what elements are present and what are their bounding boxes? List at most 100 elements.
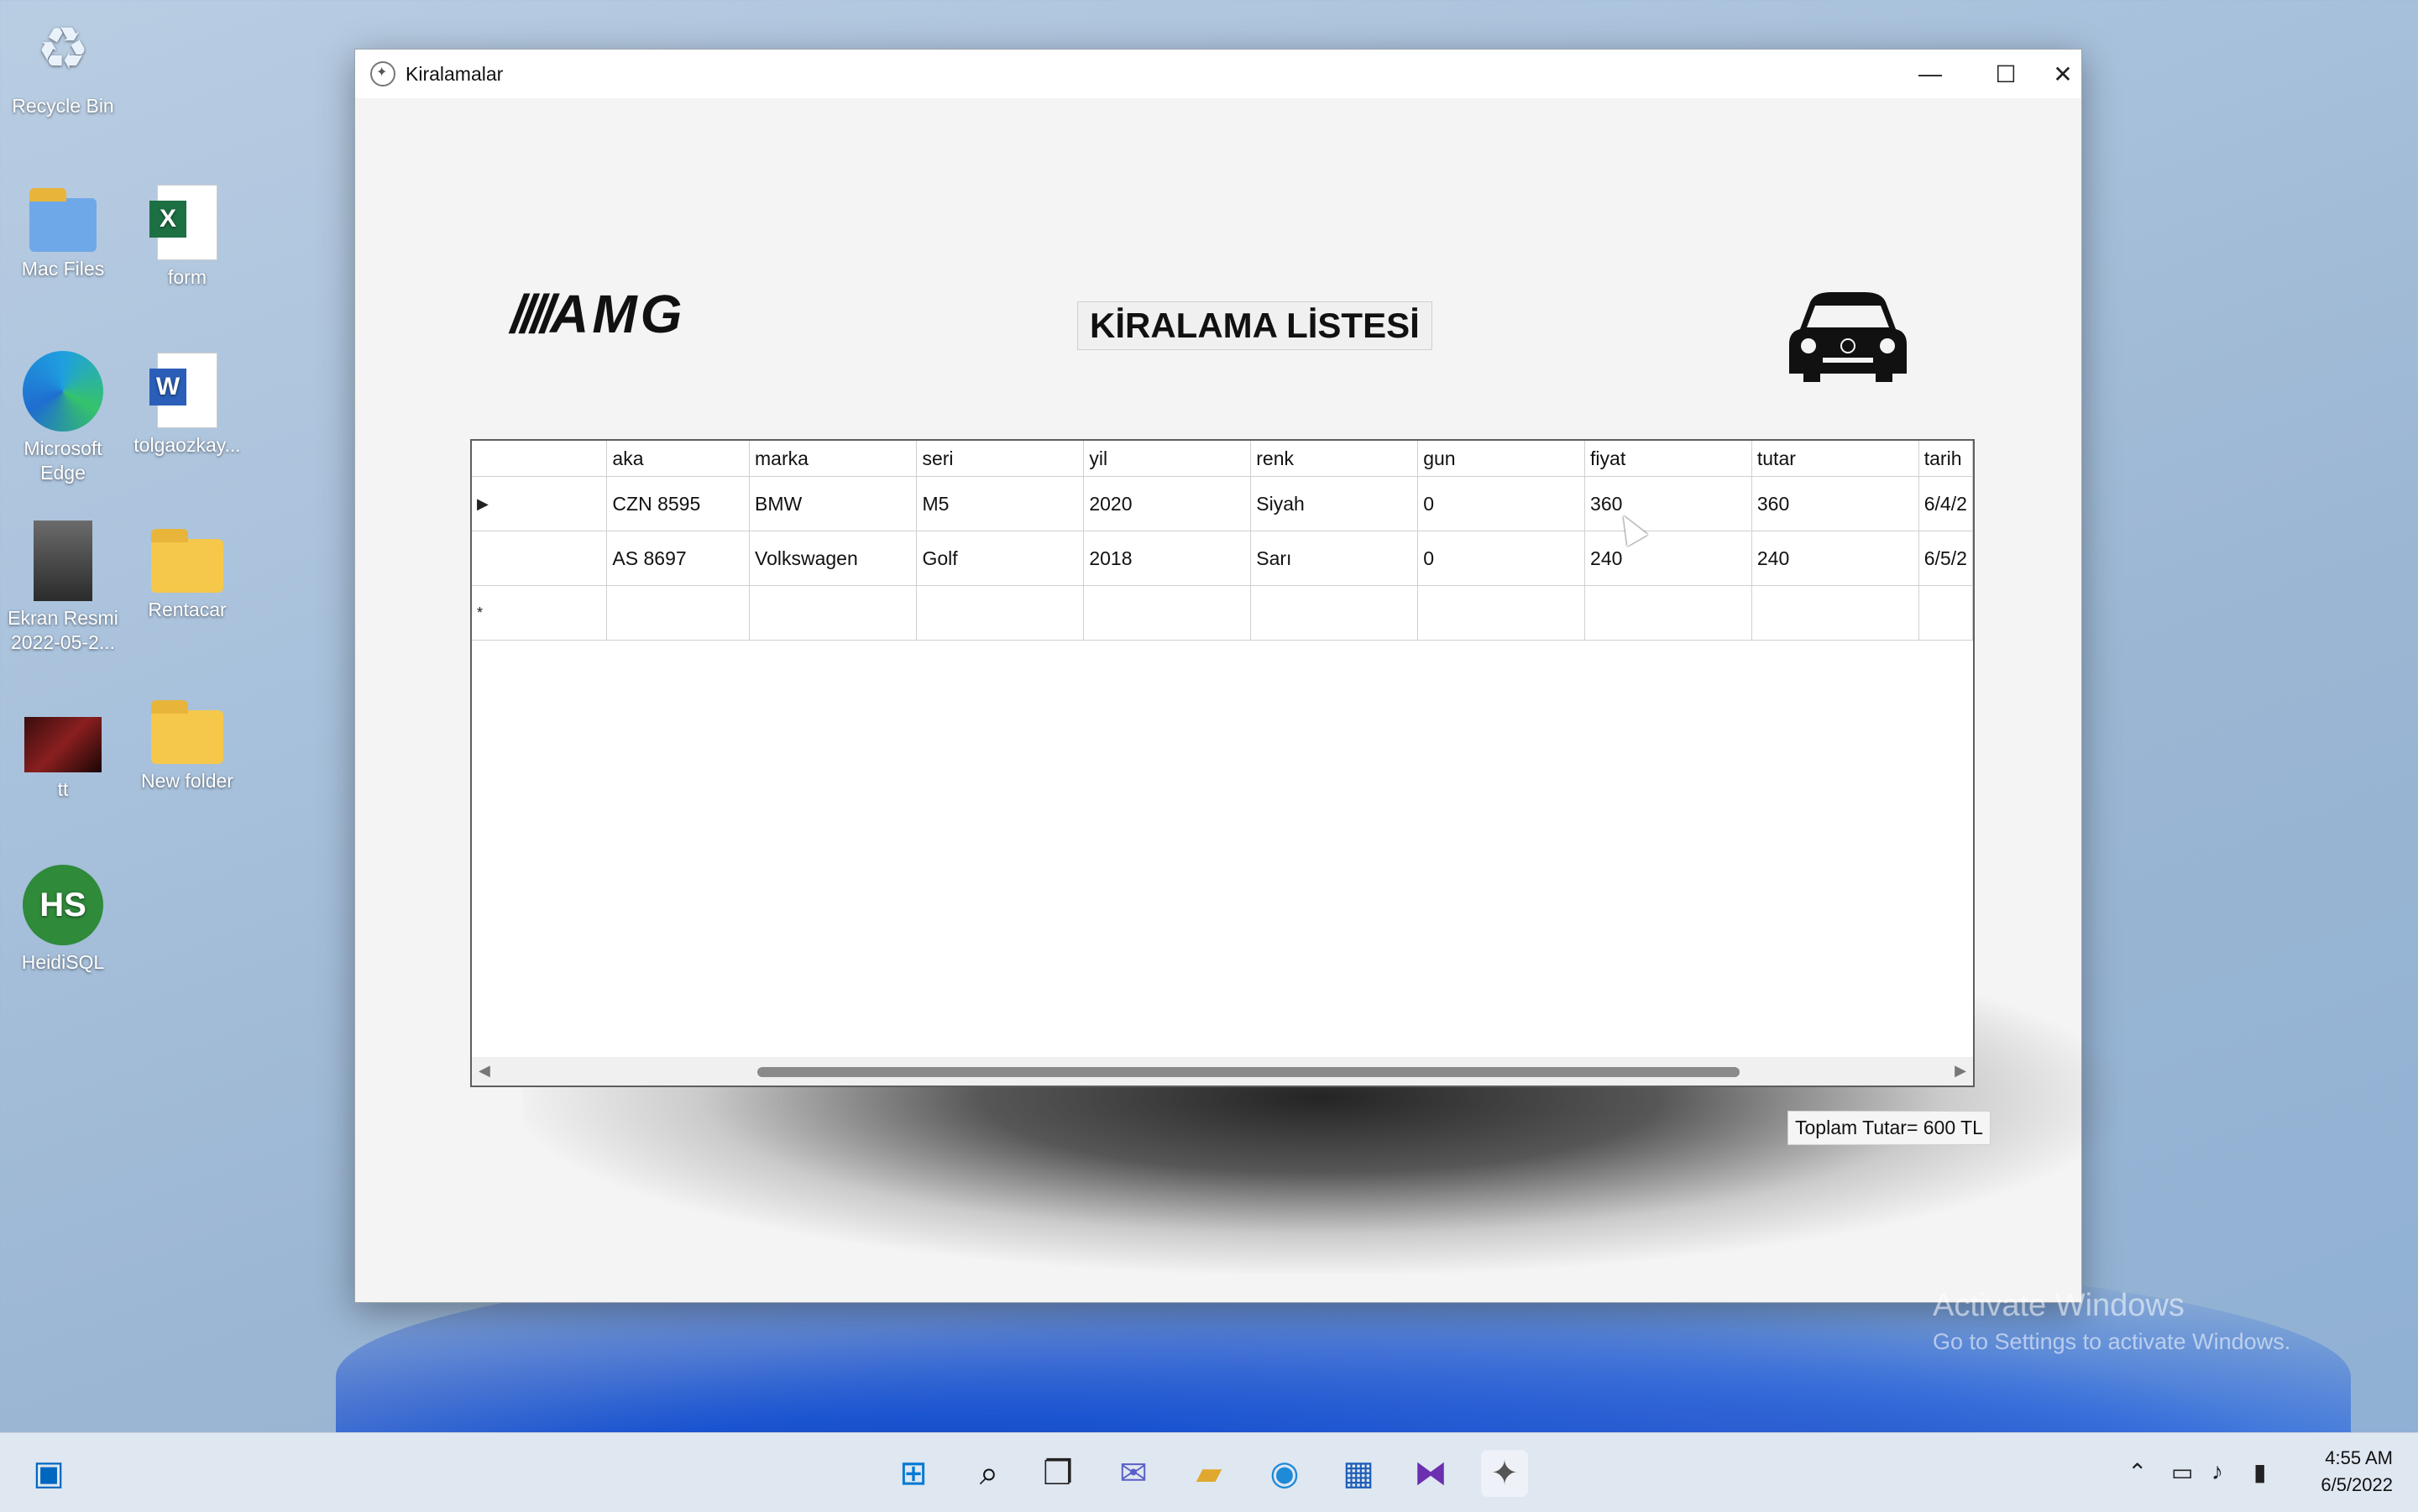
show-hidden-icons-icon[interactable]: ⌃ bbox=[2128, 1458, 2147, 1486]
amg-logo-text: AMG bbox=[550, 284, 686, 344]
table-cell[interactable]: Volkswagen bbox=[749, 531, 918, 586]
scroll-left-icon[interactable]: ◀ bbox=[479, 1062, 490, 1080]
table-cell[interactable]: 6/5/2 bbox=[1918, 531, 1973, 586]
page-title: KİRALAMA LİSTESİ bbox=[1077, 301, 1432, 350]
table-cell[interactable] bbox=[1918, 585, 1973, 641]
table-cell[interactable]: 360 bbox=[1751, 476, 1919, 531]
desktop-icon-label: Rentacar bbox=[148, 599, 227, 620]
table-cell[interactable]: Sarı bbox=[1250, 531, 1419, 586]
desktop-icon-ekran-resmi[interactable]: Ekran Resmi 2022-05-2... bbox=[0, 521, 126, 655]
column-header[interactable]: renk bbox=[1250, 441, 1419, 477]
scrollbar-thumb[interactable] bbox=[757, 1067, 1740, 1077]
table-cell[interactable]: 6/4/2 bbox=[1918, 476, 1973, 531]
column-header[interactable]: fiyat bbox=[1584, 441, 1752, 477]
visual-studio-icon[interactable]: ⧓ bbox=[1407, 1450, 1454, 1497]
desktop-icon-tt[interactable]: tt bbox=[0, 705, 126, 802]
file-explorer-icon[interactable]: ▰ bbox=[1185, 1450, 1233, 1497]
table-header-row: aka marka seri yil renk gun fiyat tutar … bbox=[472, 441, 1973, 477]
table-cell[interactable] bbox=[1417, 585, 1586, 641]
table-cell[interactable] bbox=[1250, 585, 1419, 641]
desktop-icon-label: tolgaozkay... bbox=[133, 434, 241, 456]
desktop-icon-rentacar[interactable]: Rentacar bbox=[124, 526, 250, 622]
row-selector[interactable] bbox=[472, 531, 608, 586]
volume-icon[interactable]: ♪ bbox=[2211, 1458, 2223, 1485]
start-icon[interactable]: ⊞ bbox=[890, 1450, 937, 1497]
column-header[interactable]: gun bbox=[1417, 441, 1586, 477]
image-file-icon bbox=[34, 521, 92, 601]
desktop-icon-recycle-bin[interactable]: ♻ Recycle Bin bbox=[0, 8, 126, 118]
excel-file-icon: X bbox=[149, 185, 217, 260]
store-icon[interactable]: ▦ bbox=[1335, 1450, 1382, 1497]
window-titlebar[interactable]: Kiralamalar — ☐ ✕ bbox=[355, 50, 2081, 98]
chat-icon[interactable]: ✉ bbox=[1110, 1450, 1157, 1497]
folder-icon bbox=[29, 188, 97, 252]
minimize-button[interactable]: — bbox=[1892, 50, 1969, 98]
rentacar-app-icon[interactable]: ✦ bbox=[1481, 1450, 1528, 1497]
clock-time: 4:55 AM bbox=[2325, 1447, 2393, 1468]
folder-icon bbox=[151, 700, 223, 764]
desktop-icon-heidisql[interactable]: HS HeidiSQL bbox=[0, 865, 126, 975]
table-cell[interactable]: 240 bbox=[1584, 531, 1752, 586]
row-header-corner bbox=[472, 441, 608, 477]
table-row[interactable]: AS 8697 Volkswagen Golf 2018 Sarı 0 240 … bbox=[472, 531, 1973, 586]
desktop-icon-label: form bbox=[168, 266, 207, 288]
table-cell[interactable] bbox=[606, 585, 750, 641]
column-header[interactable]: marka bbox=[749, 441, 918, 477]
watermark-title: Activate Windows bbox=[1933, 1288, 2185, 1323]
word-file-icon: W bbox=[149, 353, 217, 428]
edge-taskbar-icon[interactable]: ◉ bbox=[1261, 1450, 1308, 1497]
desktop-icon-word-doc[interactable]: W tolgaozkay... bbox=[124, 353, 250, 458]
table-cell[interactable] bbox=[916, 585, 1085, 641]
table-row[interactable]: ▶ CZN 8595 BMW M5 2020 Siyah 0 360 360 6… bbox=[472, 476, 1973, 531]
column-header[interactable]: aka bbox=[606, 441, 750, 477]
car-front-icon bbox=[1789, 292, 1907, 382]
table-cell[interactable]: AS 8697 bbox=[606, 531, 750, 586]
clock-date: 6/5/2022 bbox=[2321, 1474, 2393, 1495]
maximize-button[interactable]: ☐ bbox=[1967, 50, 2044, 98]
desktop-icon-edge[interactable]: Microsoft Edge bbox=[0, 351, 126, 485]
desktop-icon-label: Recycle Bin bbox=[12, 95, 114, 117]
desktop-icon-new-folder[interactable]: New folder bbox=[124, 697, 250, 793]
rentals-data-grid[interactable]: aka marka seri yil renk gun fiyat tutar … bbox=[470, 439, 1975, 1087]
table-cell[interactable]: Siyah bbox=[1250, 476, 1419, 531]
heidisql-icon: HS bbox=[23, 865, 103, 945]
table-cell[interactable]: Golf bbox=[916, 531, 1085, 586]
table-cell[interactable]: 2020 bbox=[1083, 476, 1252, 531]
desktop-icon-form[interactable]: X form bbox=[124, 185, 250, 290]
column-header[interactable]: seri bbox=[916, 441, 1085, 477]
taskbar: ▣ ⊞ ⌕ ❐ ✉ ▰ ◉ ▦ ⧓ ✦ ⌃ ▭ ♪ ▮ 4:55 AM 6/5/… bbox=[0, 1432, 2418, 1512]
car-icon bbox=[1785, 273, 1911, 399]
network-icon[interactable]: ▭ bbox=[2171, 1458, 2193, 1486]
new-row[interactable]: * bbox=[472, 585, 1973, 641]
table-cell[interactable]: 240 bbox=[1751, 531, 1919, 586]
desktop-icon-label: Mac Files bbox=[21, 258, 105, 280]
column-header[interactable]: tutar bbox=[1751, 441, 1919, 477]
search-icon[interactable]: ⌕ bbox=[966, 1450, 1013, 1497]
column-header[interactable]: tarih bbox=[1918, 441, 1973, 477]
table-cell[interactable]: 360 bbox=[1584, 476, 1752, 531]
widgets-icon[interactable]: ▣ bbox=[25, 1450, 72, 1497]
rentals-table: aka marka seri yil renk gun fiyat tutar … bbox=[472, 441, 1973, 641]
table-cell[interactable] bbox=[749, 585, 918, 641]
horizontal-scrollbar[interactable]: ◀ ▶ bbox=[472, 1057, 1973, 1086]
table-cell[interactable]: BMW bbox=[749, 476, 918, 531]
new-row-marker-icon[interactable]: * bbox=[472, 585, 608, 641]
app-icon bbox=[370, 61, 395, 86]
table-cell[interactable]: M5 bbox=[916, 476, 1085, 531]
battery-icon[interactable]: ▮ bbox=[2253, 1458, 2266, 1486]
desktop-icon-label: tt bbox=[57, 778, 69, 800]
table-cell[interactable]: CZN 8595 bbox=[606, 476, 750, 531]
task-view-icon[interactable]: ❐ bbox=[1034, 1450, 1081, 1497]
table-cell[interactable] bbox=[1584, 585, 1752, 641]
table-cell[interactable]: 0 bbox=[1417, 531, 1586, 586]
table-cell[interactable] bbox=[1751, 585, 1919, 641]
table-cell[interactable]: 0 bbox=[1417, 476, 1586, 531]
row-selector-icon[interactable]: ▶ bbox=[472, 476, 608, 531]
table-cell[interactable] bbox=[1083, 585, 1252, 641]
table-cell[interactable]: 2018 bbox=[1083, 531, 1252, 586]
close-button[interactable]: ✕ bbox=[2044, 50, 2081, 98]
clock[interactable]: 4:55 AM 6/5/2022 bbox=[2321, 1445, 2393, 1499]
scroll-right-icon[interactable]: ▶ bbox=[1955, 1062, 1966, 1080]
column-header[interactable]: yil bbox=[1083, 441, 1252, 477]
desktop-icon-mac-files[interactable]: Mac Files bbox=[0, 185, 126, 281]
